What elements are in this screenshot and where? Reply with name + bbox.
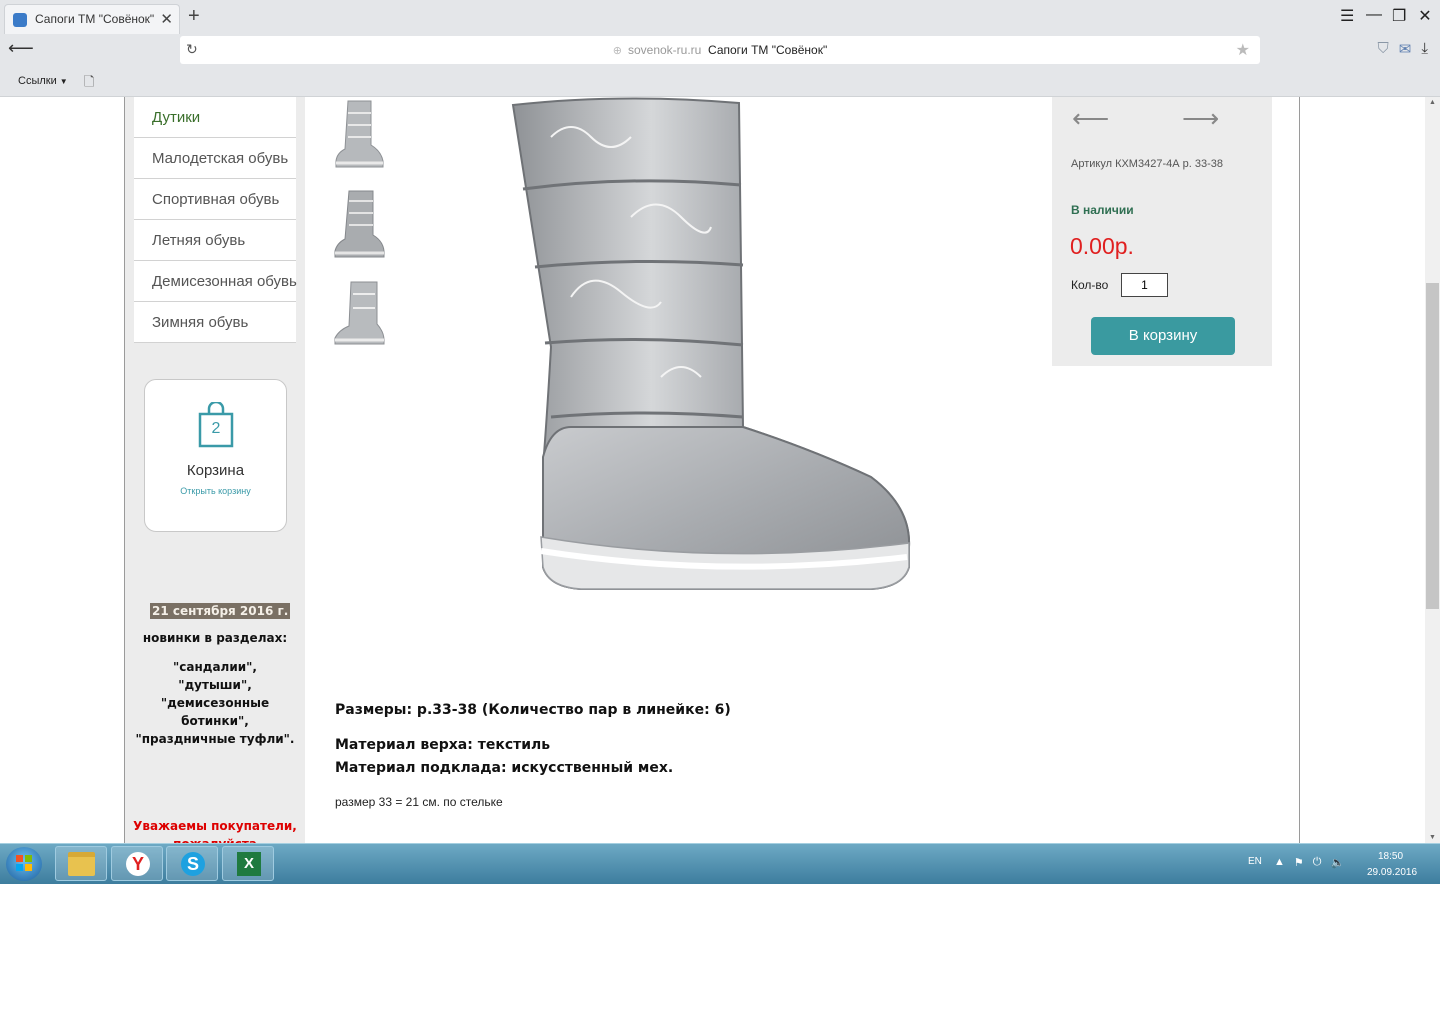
url-display[interactable]: ⊕ sovenok-ru.ru Сапоги ТМ "Совёнок" [180,43,1260,57]
windows-logo-icon [16,855,32,871]
product-article: Артикул КХМ3427-4А р. 33-38 [1071,158,1223,170]
silver-boot-image [511,97,911,590]
news-sections: "сандалии", "дутыши", "демисезонные боти… [135,660,295,746]
category-item[interactable]: Летняя обувь [134,220,296,261]
news-date: 21 сентября 2016 г. [150,603,291,619]
product-main-image[interactable] [511,97,912,619]
new-tab-button[interactable]: + [188,6,200,26]
taskbar-excel-button[interactable]: X [222,846,274,881]
quantity-input[interactable]: 1 [1121,273,1168,297]
system-tray: ▲ ⚑ ⏻ 🔈 [1274,856,1344,869]
page-right-border [1299,97,1300,843]
boot-thumbnail-image [334,281,385,345]
bookmarks-links-label: Ссылки [18,75,57,87]
news-heading: новинки в разделах: [142,631,288,645]
shopping-bag-icon: 2 [197,400,235,448]
power-icon[interactable]: ⏻ [1313,856,1322,869]
menu-icon[interactable]: ☰ [1340,6,1354,26]
clock-time[interactable]: 18:50 [1378,851,1403,862]
url-domain: sovenok-ru.ru [627,43,702,57]
open-cart-link[interactable]: Открыть корзину [145,486,286,496]
product-sizes: Размеры: р.33-38 (Количество пар в линей… [335,702,731,718]
material-upper: Материал верха: текстиль [335,737,551,753]
favicon-icon [13,13,27,27]
tab-title: Сапоги ТМ "Совёнок" [35,12,155,26]
close-tab-icon[interactable]: ✕ [160,10,173,28]
material-lining: Материал подклада: искусственный мех. [335,760,674,776]
browser-tab-bar: Сапоги ТМ "Совёнок" ✕ + ☰ — ❐ ✕ [0,0,1440,35]
omnibox[interactable]: ↻ ⊕ sovenok-ru.ru Сапоги ТМ "Совёнок" ★ [180,36,1260,64]
taskbar-explorer-button[interactable] [55,846,107,881]
taskbar-yandex-button[interactable]: Y [111,846,163,881]
extension-icons: ⛉ ✉ ⤓ [1378,40,1428,58]
next-arrow-icon[interactable]: ⟶ [1182,105,1219,131]
category-item[interactable]: Зимняя обувь [134,302,296,343]
product-thumbnail[interactable] [331,99,388,171]
category-menu: Дутики Малодетская обувь Спортивная обув… [134,97,297,343]
page-icon[interactable]: 🗋 [84,73,94,95]
stock-status: В наличии [1071,203,1134,217]
shield-icon[interactable]: ⛉ [1378,40,1389,58]
product-price: 0.00р. [1070,233,1134,259]
bookmarks-bar: Ссылки ▼ 🗋 [0,66,1440,97]
scrollbar-thumb[interactable] [1426,283,1439,609]
mail-icon[interactable]: ✉ [1399,40,1412,58]
scroll-up-icon[interactable]: ▲ [1425,99,1440,106]
windows-taskbar: Y S X EN ▲ ⚑ ⏻ 🔈 18:50 29.09.2016 [0,843,1440,884]
product-thumbnail[interactable] [331,189,388,261]
size-note: размер 33 = 21 см. по стельке [335,795,503,809]
minimize-icon[interactable]: — [1366,6,1382,26]
skype-icon: S [181,852,205,876]
yandex-browser-icon: Y [126,852,150,876]
start-button[interactable] [6,847,42,881]
quantity-label: Кол-во [1071,278,1109,292]
download-icon[interactable]: ⤓ [1421,40,1428,58]
back-arrow-icon[interactable]: ⟵ [8,38,34,59]
tray-expand-icon[interactable]: ▲ [1274,856,1285,869]
page-scrollbar[interactable]: ▲ ▼ [1425,97,1440,843]
product-thumbnail[interactable] [331,278,388,350]
url-page-title: Сапоги ТМ "Совёнок" [708,43,828,57]
category-item[interactable]: Дутики [134,97,296,138]
scroll-down-icon[interactable]: ▼ [1425,834,1440,841]
cart-count: 2 [211,420,221,437]
clock-date[interactable]: 29.09.2016 [1367,867,1417,878]
category-item[interactable]: Малодетская обувь [134,138,296,179]
add-to-cart-button[interactable]: В корзину [1091,317,1235,355]
excel-icon: X [237,852,261,876]
bookmarks-links-menu[interactable]: Ссылки ▼ [18,75,68,87]
boot-thumbnail-image [335,100,384,168]
browser-tab[interactable]: Сапоги ТМ "Совёнок" ✕ [4,4,180,34]
flag-icon[interactable]: ⚑ [1294,856,1304,869]
cart-title: Корзина [186,462,245,479]
prev-arrow-icon[interactable]: ⟵ [1072,105,1109,131]
category-item[interactable]: Демисезонная обувь [134,261,297,302]
buy-panel: ⟵ ⟶ Артикул КХМ3427-4А р. 33-38 В наличи… [1052,97,1272,366]
folder-icon [68,852,95,876]
restore-icon[interactable]: ❐ [1392,6,1406,26]
close-window-icon[interactable]: ✕ [1418,6,1432,26]
category-item[interactable]: Спортивная обувь [134,179,296,220]
language-indicator[interactable]: EN [1248,856,1262,867]
boot-thumbnail-image [334,190,385,258]
window-controls: ☰ — ❐ ✕ [1340,6,1432,26]
cart-widget[interactable]: 2 Корзина Открыть корзину [144,379,287,532]
volume-icon[interactable]: 🔈 [1330,856,1344,869]
notice-text: Уважаемы покупатели, [133,819,297,833]
caret-down-icon: ▼ [59,77,68,86]
globe-icon: ⊕ [612,45,622,57]
address-bar-row: ⟵ ↻ ⊕ sovenok-ru.ru Сапоги ТМ "Совёнок" ★… [0,34,1440,66]
taskbar-skype-button[interactable]: S [166,846,218,881]
bookmark-star-icon[interactable]: ★ [1236,40,1250,60]
